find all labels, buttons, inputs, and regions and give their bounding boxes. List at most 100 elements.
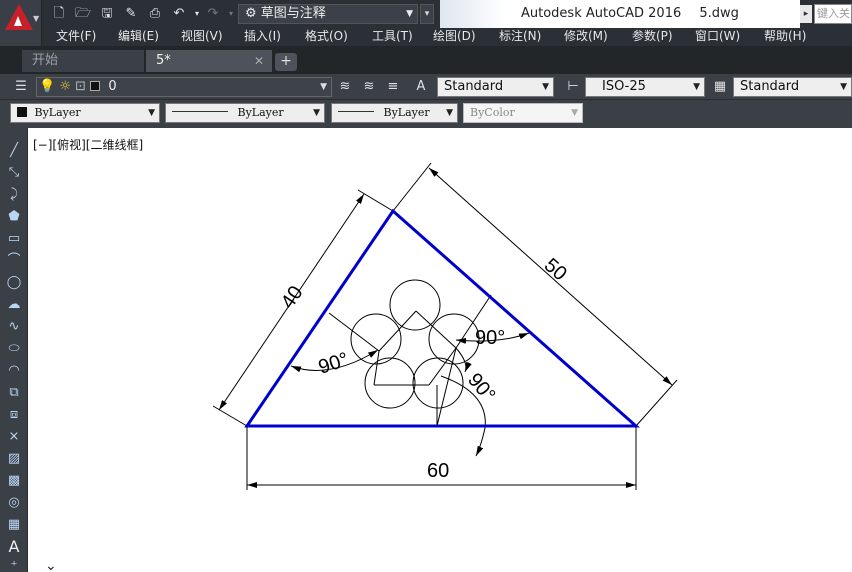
chevron-down-icon: ▼ <box>320 82 327 92</box>
layer-name: 0 <box>108 79 117 94</box>
ellipse-arc-icon[interactable]: ◠ <box>4 362 24 380</box>
table-icon[interactable]: ▦ <box>4 516 24 534</box>
text-style-dropdown[interactable]: Standard ▼ <box>437 77 554 97</box>
ellipse-icon[interactable]: ⬭ <box>4 340 24 358</box>
circle-bottom-left <box>364 357 416 409</box>
construction-line-icon[interactable]: ⤡ <box>4 164 24 182</box>
multiline-text-icon[interactable]: A <box>4 538 24 556</box>
dim-text-50: 50 <box>540 254 571 285</box>
spline-icon[interactable]: ∿ <box>4 318 24 336</box>
draw-toolbar: ╱ ⤡ ⤸ ⬟ ▭ ⌒ ◯ ☁ ∿ ⬭ ◠ ⧉ ⧈ ⨯ ▨ ▩ ◎ ▦ A ⁺ <box>0 128 28 572</box>
circle-bottom-right <box>412 357 464 409</box>
angle-text-left: 90° <box>316 348 352 378</box>
dim-text-60: 60 <box>427 460 449 482</box>
revision-cloud-icon[interactable]: ☁ <box>4 296 24 314</box>
customize-quick-access-button[interactable]: ▾ <box>420 4 434 24</box>
save-as-icon[interactable]: ✎ <box>122 5 140 23</box>
file-tabs: 开始 5* ✕ + <box>0 46 852 74</box>
insert-block-icon[interactable]: ⧉ <box>4 384 24 402</box>
menu-tools[interactable]: 工具(T) <box>372 28 413 44</box>
circle-icon[interactable]: ◯ <box>4 274 24 292</box>
close-icon[interactable]: ✕ <box>254 50 264 72</box>
title-bar: ▼ 🗋 🗁 🖫 ✎ ⎙ ↶ ▾ ↷ ▾ ⚙ 草图与注释 ▼ ▾ Autodesk… <box>0 0 852 46</box>
angle-text-bottom: 90° <box>463 369 499 406</box>
menu-dimension[interactable]: 标注(N) <box>499 28 541 44</box>
linetype-dropdown[interactable]: ByLayer ▼ <box>165 103 325 123</box>
lineweight-dropdown[interactable]: ByLayer ▼ <box>331 103 458 123</box>
menu-edit[interactable]: 编辑(E) <box>118 28 159 44</box>
table-style-icon[interactable]: ▦ <box>711 78 729 96</box>
menu-parametric[interactable]: 参数(P) <box>632 28 673 44</box>
polyline-icon[interactable]: ⤸ <box>4 186 24 204</box>
menu-format[interactable]: 格式(O) <box>305 28 348 44</box>
dimension-style-value: ISO-25 <box>602 79 646 94</box>
table-style-dropdown[interactable]: Standard ▼ <box>733 77 852 97</box>
tab-start[interactable]: 开始 <box>22 50 144 72</box>
file-name: 5.dwg <box>699 6 739 21</box>
save-icon[interactable]: 🖫 <box>98 5 116 23</box>
properties-toolbar: ByLayer ▼ ByLayer ▼ ByLayer ▼ ByColor ▼ <box>0 100 852 128</box>
application-menu-button[interactable]: ▼ <box>0 0 42 46</box>
chevron-down-icon: ▼ <box>313 108 320 118</box>
color-dropdown[interactable]: ByLayer ▼ <box>10 103 160 123</box>
layer-dropdown[interactable]: 💡 ☼ ⊡ 0 ▼ <box>36 77 332 97</box>
text-style-icon[interactable]: A <box>412 78 430 96</box>
cad-drawing: 40 50 60 90° 90° 90° <box>212 162 678 490</box>
undo-icon[interactable]: ↶ <box>170 5 188 23</box>
menu-file[interactable]: 文件(F) <box>56 28 96 44</box>
redo-icon[interactable]: ↷ <box>204 5 222 23</box>
menu-help[interactable]: 帮助(H) <box>764 28 806 44</box>
layer-previous-icon[interactable]: ≡ <box>384 78 402 96</box>
search-input[interactable]: 键入关 <box>814 4 852 24</box>
open-file-icon[interactable]: 🗁 <box>74 5 92 23</box>
workspace-label: 草图与注释 <box>260 6 326 21</box>
dimension-style-dropdown[interactable]: ISO-25 ▼ <box>585 77 705 97</box>
main-triangle <box>244 208 640 428</box>
sun-icon: ☼ <box>59 79 71 94</box>
chevron-down-icon: ▼ <box>693 82 700 92</box>
menu-insert[interactable]: 插入(I) <box>244 28 281 44</box>
chevron-right-icon[interactable]: ▸ <box>800 5 812 23</box>
region-icon[interactable]: ◎ <box>4 494 24 512</box>
plot-style-value: ByColor <box>470 106 515 119</box>
make-current-layer-icon[interactable]: ≋ <box>336 78 354 96</box>
chevron-down-icon: ▼ <box>571 108 578 118</box>
tab-drawing[interactable]: 5* ✕ <box>146 50 272 72</box>
hatch-icon[interactable]: ▨ <box>4 450 24 468</box>
arc-icon[interactable]: ⌒ <box>4 252 24 270</box>
dimension-style-icon[interactable]: ⊢ <box>564 78 582 96</box>
circle-top <box>389 279 441 331</box>
dim-text-40: 40 <box>277 282 308 313</box>
window-title: Autodesk AutoCAD 2016 5.dwg <box>521 6 739 21</box>
menu-view[interactable]: 视图(V) <box>181 28 223 44</box>
chevron-down-icon: ▼ <box>406 9 413 19</box>
layer-match-icon[interactable]: ≋ <box>360 78 378 96</box>
menu-draw[interactable]: 绘图(D) <box>433 28 476 44</box>
menu-modify[interactable]: 修改(M) <box>564 28 608 44</box>
drawing-canvas[interactable]: [−][俯视][二维线框] ⌄ 40 50 60 90° 90° 90° <box>29 128 852 572</box>
make-block-icon[interactable]: ⧈ <box>4 406 24 424</box>
layer-color-swatch <box>90 81 101 91</box>
dimension-right <box>392 162 678 427</box>
color-swatch <box>17 107 27 117</box>
layer-properties-icon[interactable]: ☰ <box>12 78 30 96</box>
polygon-icon[interactable]: ⬟ <box>4 208 24 226</box>
gradient-icon[interactable]: ▩ <box>4 472 24 490</box>
plot-style-dropdown: ByColor ▼ <box>463 103 583 123</box>
rectangle-icon[interactable]: ▭ <box>4 230 24 248</box>
text-style-value: Standard <box>444 79 504 94</box>
add-selected-icon[interactable]: ⁺ <box>4 558 24 572</box>
lineweight-sample <box>338 111 374 112</box>
gear-icon: ⚙ <box>245 6 257 21</box>
chevron-down-icon: ▼ <box>542 82 549 92</box>
print-icon[interactable]: ⎙ <box>146 5 164 23</box>
point-icon[interactable]: ⨯ <box>4 428 24 446</box>
tab-label: 开始 <box>32 53 59 68</box>
unlock-icon: ⊡ <box>75 79 87 94</box>
new-file-icon[interactable]: 🗋 <box>50 5 68 23</box>
lineweight-value: ByLayer <box>383 106 430 119</box>
line-tool-icon[interactable]: ╱ <box>4 142 24 160</box>
menu-window[interactable]: 窗口(W) <box>695 28 740 44</box>
new-tab-button[interactable]: + <box>275 53 297 71</box>
workspace-selector[interactable]: ⚙ 草图与注释 ▼ <box>238 4 418 24</box>
